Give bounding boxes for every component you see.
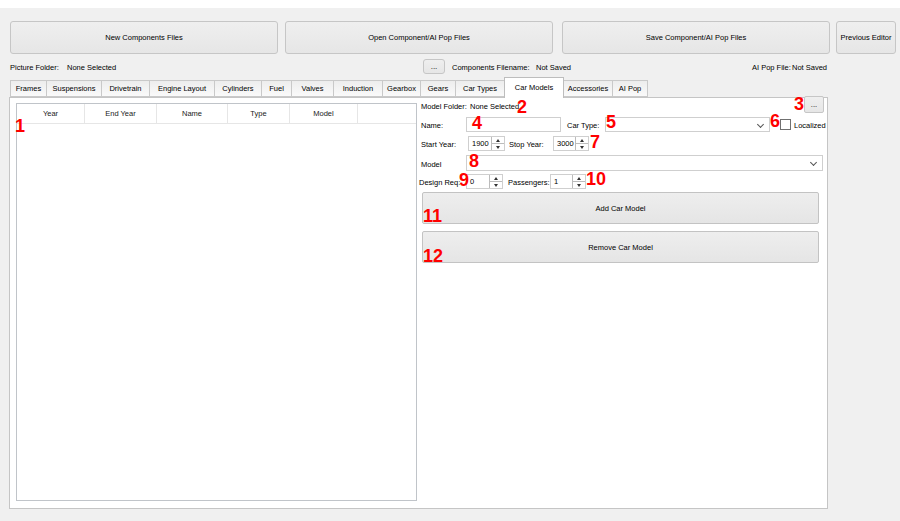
previous-editor-button[interactable]: Previous Editor [836,21,896,54]
spin-down-icon[interactable] [573,182,585,188]
add-car-model-label: Add Car Model [595,204,645,213]
annotation-7: 7 [590,133,600,151]
tab-drivetrain[interactable]: Drivetrain [101,80,150,97]
model-select[interactable] [466,155,823,171]
previous-editor-label: Previous Editor [841,33,892,42]
picture-folder-value: None Selected [67,62,116,73]
list-column-end-year[interactable]: End Year [85,104,157,123]
spin-up-icon[interactable] [492,137,504,144]
list-column-filler [358,104,416,123]
list-column-model[interactable]: Model [290,104,358,123]
name-label: Name: [421,120,443,131]
annotation-6: 6 [770,112,780,130]
design-req-spinner[interactable]: 0 [466,174,503,189]
add-car-model-button[interactable]: Add Car Model [422,192,819,224]
list-column-type[interactable]: Type [228,104,290,123]
ai-pop-file-label: AI Pop File: [752,62,791,73]
passengers-value: 1 [551,175,572,188]
spin-up-icon[interactable] [576,137,588,144]
car-models-list[interactable]: YearEnd YearNameTypeModel [16,103,417,501]
model-folder-browse-button[interactable]: ... [804,96,824,113]
open-components-files-button[interactable]: Open Component/AI Pop Files [285,21,553,54]
annotation-10: 10 [586,170,606,188]
save-components-files-button[interactable]: Save Component/AI Pop Files [562,21,830,54]
stop-year-value: 3000 [554,137,575,150]
tab-gearbox[interactable]: Gearbox [382,80,421,97]
tab-suspensions[interactable]: Suspensions [46,80,102,97]
picture-folder-browse-label: ... [431,62,438,71]
stop-year-spinner[interactable]: 3000 [553,136,589,151]
tab-fuel[interactable]: Fuel [261,80,292,97]
tab-induction[interactable]: Induction [333,80,383,97]
stop-year-label: Stop Year: [509,139,544,150]
design-req-updown [489,175,502,188]
model-label: Model [421,159,441,170]
annotation-12: 12 [423,247,443,265]
spin-down-icon[interactable] [492,144,504,150]
spin-up-icon[interactable] [573,175,585,182]
model-folder-label: Model Folder: [421,101,467,112]
model-folder-value: None Selected [470,101,519,112]
annotation-4: 4 [472,114,482,132]
ai-pop-file-value: Not Saved [792,62,827,73]
passengers-updown [572,175,585,188]
car-type-select[interactable] [605,117,770,132]
tab-cylinders[interactable]: Cylinders [214,80,262,97]
localized-checkbox[interactable] [780,119,791,130]
start-year-value: 1900 [469,137,491,150]
design-req-label: Design Req: [419,177,460,188]
annotation-2: 2 [517,98,527,116]
picture-folder-label: Picture Folder: [10,62,59,73]
stop-year-updown [575,137,588,150]
tab-engine-layout[interactable]: Engine Layout [149,80,215,97]
open-components-files-label: Open Component/AI Pop Files [368,33,470,42]
components-filename-value: Not Saved [536,62,571,73]
passengers-spinner[interactable]: 1 [550,174,586,189]
chevron-down-icon [757,121,764,128]
start-year-spinner[interactable]: 1900 [468,136,505,151]
tab-frames[interactable]: Frames [10,80,47,97]
localized-label: Localized [794,120,826,131]
passengers-label: Passengers: [508,177,550,188]
annotation-1: 1 [15,117,25,135]
save-components-files-label: Save Component/AI Pop Files [646,33,746,42]
spin-up-icon[interactable] [490,175,502,182]
remove-car-model-button[interactable]: Remove Car Model [422,231,819,263]
new-components-files-button[interactable]: New Components Files [10,21,278,54]
tab-strip: FramesSuspensionsDrivetrainEngine Layout… [10,80,648,101]
model-folder-browse-label: ... [811,100,817,109]
annotation-5: 5 [606,113,616,131]
remove-car-model-label: Remove Car Model [588,243,653,252]
tab-gears[interactable]: Gears [420,80,456,97]
start-year-updown [491,137,504,150]
annotation-11: 11 [423,207,442,225]
picture-folder-browse-button[interactable]: ... [423,59,445,74]
start-year-label: Start Year: [421,139,456,150]
annotation-3: 3 [794,95,804,113]
tab-ai-pop[interactable]: AI Pop [612,80,648,97]
annotation-8: 8 [469,152,479,170]
chevron-down-icon [810,159,817,166]
tab-car-models[interactable]: Car Models [504,77,564,98]
window-top-strip [0,0,900,8]
tab-valves[interactable]: Valves [291,80,334,97]
list-header: YearEnd YearNameTypeModel [17,104,416,124]
list-column-year[interactable]: Year [17,104,85,123]
design-req-value: 0 [467,175,489,188]
list-column-name[interactable]: Name [157,104,228,123]
components-filename-label: Components Filename: [452,62,530,73]
spin-down-icon[interactable] [576,144,588,150]
tab-car-types[interactable]: Car Types [455,80,505,97]
tab-accessories[interactable]: Accessories [563,80,613,97]
annotation-9: 9 [459,171,469,189]
new-components-files-label: New Components Files [105,33,183,42]
spin-down-icon[interactable] [490,182,502,188]
car-type-label: Car Type: [567,120,599,131]
